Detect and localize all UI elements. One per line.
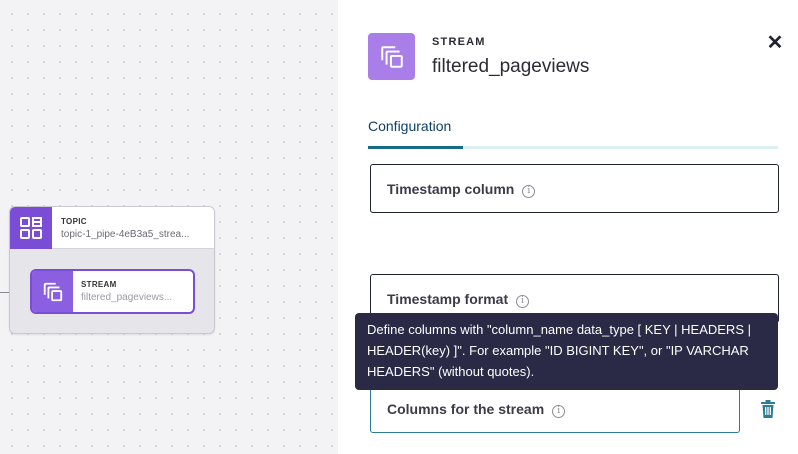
panel-title: filtered_pageviews xyxy=(432,56,590,77)
columns-for-stream-field[interactable]: Columns for the stream i xyxy=(370,384,740,433)
info-icon[interactable]: i xyxy=(552,405,566,418)
timestamp-format-label: Timestamp format i xyxy=(387,291,530,308)
stream-icon xyxy=(32,271,73,312)
tab-configuration[interactable]: Configuration xyxy=(368,118,451,134)
info-icon[interactable]: i xyxy=(516,295,530,308)
topic-icon xyxy=(10,207,52,249)
panel-tabs: Configuration xyxy=(368,118,778,150)
topic-node-name: topic-1_pipe-4eB3a5_strea... xyxy=(61,229,190,240)
info-icon[interactable]: i xyxy=(522,185,536,198)
topic-node[interactable]: TOPIC topic-1_pipe-4eB3a5_strea... xyxy=(10,207,214,249)
close-icon[interactable]: ✕ xyxy=(765,33,785,53)
stream-node-kind: STREAM xyxy=(81,280,117,289)
pipeline-canvas[interactable]: TOPIC topic-1_pipe-4eB3a5_strea... STREA… xyxy=(0,0,338,454)
stream-icon xyxy=(368,33,415,80)
columns-tooltip: Define columns with "column_name data_ty… xyxy=(355,313,778,390)
trash-icon[interactable] xyxy=(760,400,776,418)
stream-node-name: filtered_pageviews... xyxy=(81,292,173,303)
tab-active-indicator xyxy=(368,146,463,149)
columns-for-stream-label: Columns for the stream i xyxy=(387,401,566,418)
panel-kind-label: STREAM xyxy=(432,36,486,48)
timestamp-column-label: Timestamp column i xyxy=(387,181,536,198)
timestamp-column-field[interactable]: Timestamp column i xyxy=(370,164,779,213)
topic-node-kind: TOPIC xyxy=(61,217,87,226)
topic-node-group[interactable]: TOPIC topic-1_pipe-4eB3a5_strea... STREA… xyxy=(9,206,215,334)
stream-node[interactable]: STREAM filtered_pageviews... xyxy=(30,269,195,314)
